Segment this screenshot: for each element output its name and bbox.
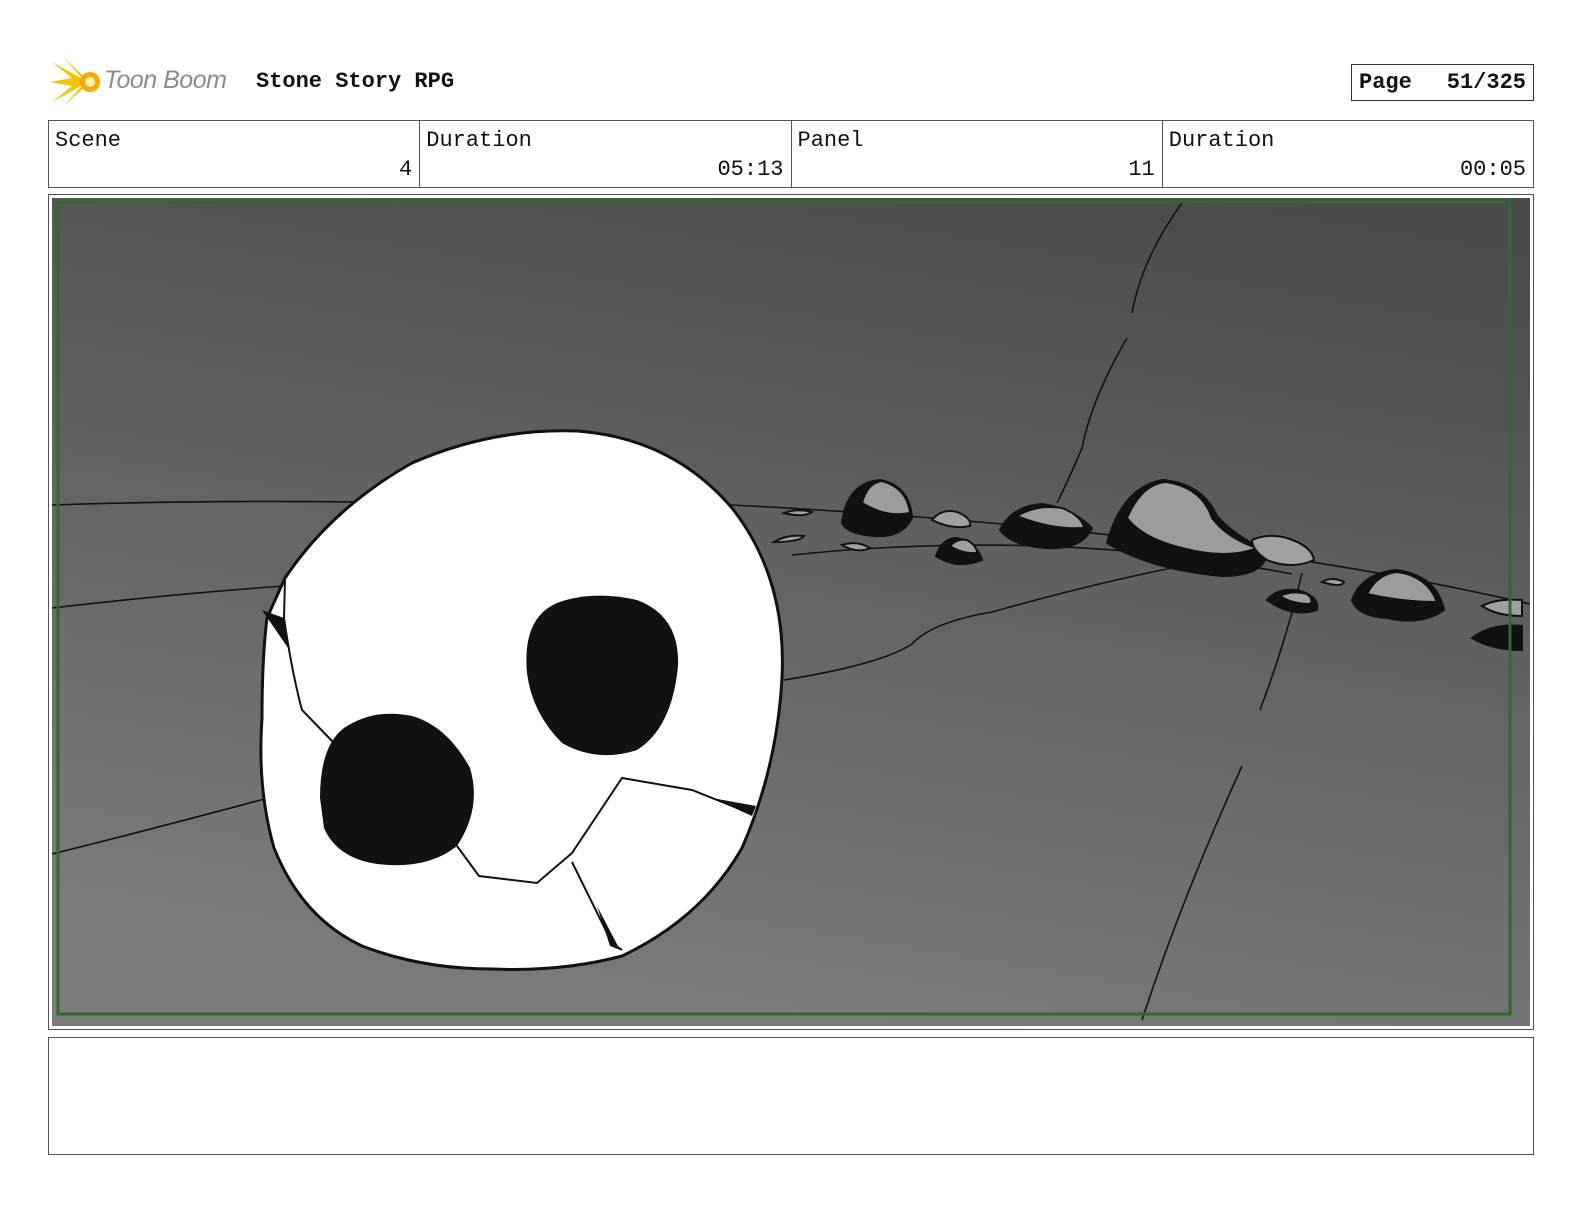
scene-label: Scene <box>55 128 122 153</box>
storyboard-panel <box>48 194 1534 1030</box>
page-label: Page <box>1359 70 1412 95</box>
panel-label: Panel <box>797 128 864 153</box>
panel-duration-cell: Duration 00:05 <box>1163 121 1533 187</box>
scene-cell: Scene 4 <box>49 121 421 187</box>
project-title: Stone Story RPG <box>256 69 455 94</box>
panel-cell: Panel 11 <box>792 121 1163 187</box>
scene-value: 4 <box>399 157 413 182</box>
scene-duration-label: Duration <box>426 128 532 153</box>
panel-duration-label: Duration <box>1168 128 1275 153</box>
panel-duration-value: 00:05 <box>1459 157 1526 182</box>
panel-notes <box>48 1037 1534 1155</box>
panel-info-table: Scene 4 Duration 05:13 Panel 11 Duration… <box>48 120 1534 188</box>
page-number: 51/325 <box>1446 70 1526 95</box>
scene-duration-value: 05:13 <box>717 157 784 182</box>
scene-duration-cell: Duration 05:13 <box>420 121 792 187</box>
page-counter: Page 51/325 <box>1351 64 1534 101</box>
panel-value: 11 <box>1128 157 1155 182</box>
brand-name: Toon Boom <box>104 66 227 94</box>
panel-drawing <box>52 198 1530 1026</box>
